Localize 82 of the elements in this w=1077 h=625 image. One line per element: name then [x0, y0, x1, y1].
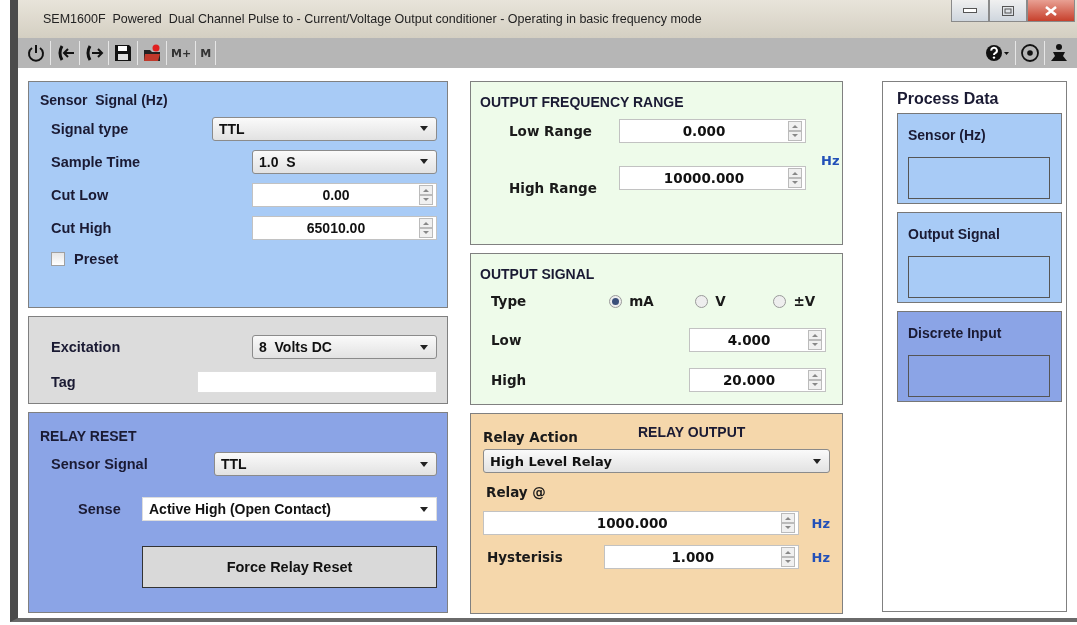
spin-buttons[interactable] [780, 513, 795, 533]
unit-label: Hz [811, 549, 830, 565]
field-label: Low [491, 332, 523, 348]
caret-icon [420, 126, 428, 131]
field-label: Cut Low [51, 186, 110, 203]
radio-button[interactable] [773, 294, 787, 308]
spin-buttons[interactable] [419, 217, 433, 238]
force-reset-button[interactable]: Force Relay Reset [142, 546, 437, 588]
target-icon[interactable] [1020, 43, 1040, 63]
close-icon [1045, 5, 1057, 16]
minimize-icon [963, 7, 977, 14]
readout-label: Sensor (Hz) [908, 127, 986, 143]
spin-buttons[interactable] [780, 547, 795, 567]
dropdown[interactable]: High Level Relay [483, 449, 830, 473]
dropdown[interactable]: TTL [212, 116, 437, 141]
caret-icon [420, 344, 428, 350]
panel-title: Process Data [897, 90, 999, 108]
spin-buttons[interactable] [808, 370, 822, 390]
readout-label: Discrete Input [908, 325, 1002, 341]
number-field[interactable]: 1.000 [604, 545, 799, 569]
field-label: High Range [509, 180, 598, 196]
text-field[interactable] [197, 371, 437, 393]
field-label: Sensor Signal [51, 456, 149, 472]
toolbar-button[interactable]: M [196, 41, 217, 65]
caret-icon [420, 461, 428, 467]
close-button[interactable] [1027, 0, 1075, 22]
checkbox[interactable] [51, 252, 65, 266]
number-field[interactable]: 1000.000 [483, 511, 799, 535]
number-field[interactable]: 10000.000 [619, 166, 806, 190]
number-field[interactable]: 20.000 [689, 368, 826, 392]
field-label: Signal type [51, 120, 130, 137]
dropdown[interactable]: 1.0 S [252, 149, 437, 174]
minimize-button[interactable] [951, 0, 989, 22]
dropdown[interactable]: TTL [214, 452, 437, 476]
radio-label: mA [629, 293, 654, 309]
unit-label: Hz [811, 515, 830, 531]
panel-title: OUTPUT SIGNAL [480, 266, 595, 282]
window-title: SEM1600F Powered Dual Channel Pulse to - Current/Voltage Output conditioner - Operating in basic frequency mode [43, 10, 702, 28]
field-label: Tag [51, 374, 77, 390]
panel-title: RELAY RESET [40, 428, 137, 444]
number-field[interactable]: 65010.00 [252, 215, 437, 240]
readout-label: Output Signal [908, 226, 1000, 242]
folder-icon[interactable] [142, 43, 162, 63]
checkbox-label: Preset [74, 251, 119, 267]
plug-right-arrow-icon[interactable] [84, 43, 104, 63]
caret-icon [813, 458, 821, 464]
unit-label: Hz [821, 152, 840, 168]
panel-title: RELAY OUTPUT [638, 424, 746, 440]
field-label: High [491, 372, 528, 388]
panel-title: OUTPUT FREQUENCY RANGE [480, 94, 684, 110]
number-field[interactable]: 0.00 [252, 182, 437, 207]
spin-buttons[interactable] [419, 184, 433, 205]
field-label: Type [491, 293, 528, 309]
caret-icon [420, 506, 428, 512]
field-label: Excitation [51, 339, 122, 355]
number-field[interactable]: 0.000 [619, 119, 806, 143]
radio-button[interactable] [695, 294, 709, 308]
spin-buttons[interactable] [788, 121, 802, 141]
field-label: Hysterisis [486, 549, 564, 565]
caret-icon [420, 159, 428, 164]
radio-button[interactable] [609, 294, 623, 308]
spin-buttons[interactable] [788, 168, 802, 188]
panel-title: Sensor Signal (Hz) [40, 92, 168, 108]
radio-label: ±V [793, 293, 816, 309]
field-label: Low Range [509, 123, 593, 139]
toolbar-button[interactable]: M+ [167, 41, 197, 65]
field-label: Sample Time [51, 153, 142, 170]
person-icon[interactable] [1049, 43, 1069, 63]
spin-buttons[interactable] [808, 330, 822, 350]
field-label: Sense [78, 501, 122, 517]
maximize-button[interactable] [989, 0, 1027, 22]
field-label: Relay @ [486, 484, 546, 500]
save-icon[interactable] [113, 43, 133, 63]
help-icon[interactable] [985, 43, 1011, 63]
dropdown[interactable]: 8 Volts DC [252, 335, 437, 359]
maximize-icon [1002, 5, 1014, 16]
field-label: Relay Action [483, 429, 579, 445]
dropdown[interactable]: Active High (Open Contact) [142, 497, 437, 521]
field-label: Cut High [51, 219, 113, 236]
radio-label: V [715, 293, 726, 309]
number-field[interactable]: 4.000 [689, 328, 826, 352]
power-icon[interactable] [26, 43, 46, 63]
